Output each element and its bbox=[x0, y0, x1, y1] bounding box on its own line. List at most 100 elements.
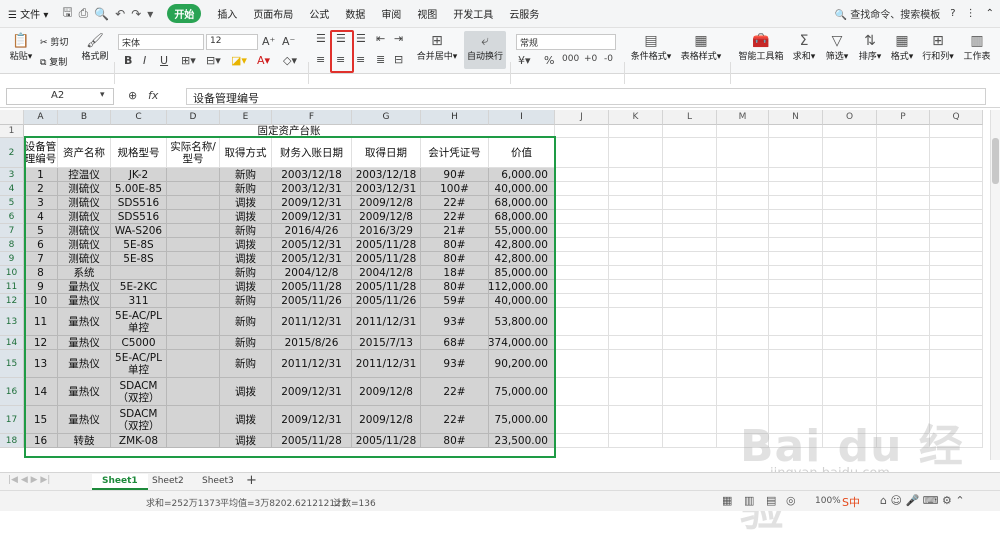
number-format-select[interactable]: 常规 bbox=[516, 34, 616, 50]
font-color-icon[interactable]: A▾ bbox=[257, 54, 270, 67]
column-header-N[interactable]: N bbox=[769, 110, 823, 125]
data-cell[interactable]: 量热仪 bbox=[58, 350, 111, 378]
tab-review[interactable]: 审阅 bbox=[381, 6, 401, 21]
tab-sheet2[interactable]: Sheet2 bbox=[142, 474, 194, 490]
column-header-J[interactable]: J bbox=[555, 110, 609, 125]
data-cell[interactable]: 16 bbox=[24, 434, 58, 448]
data-cell[interactable]: 调拨 bbox=[220, 378, 272, 406]
formula-input[interactable]: 设备管理编号 bbox=[186, 88, 986, 105]
data-cell[interactable]: 3 bbox=[24, 196, 58, 210]
data-cell[interactable]: 2016/4/26 bbox=[272, 224, 352, 238]
cell[interactable] bbox=[663, 168, 717, 182]
data-cell[interactable] bbox=[167, 168, 220, 182]
data-cell[interactable]: 2005/11/28 bbox=[352, 280, 421, 294]
cell[interactable] bbox=[717, 266, 769, 280]
row-header-7[interactable]: 7 bbox=[0, 224, 24, 238]
column-header-O[interactable]: O bbox=[823, 110, 877, 125]
cell[interactable] bbox=[555, 434, 609, 448]
column-header-D[interactable]: D bbox=[167, 110, 220, 125]
filter-button[interactable]: ▽ 筛选▾ bbox=[822, 33, 852, 62]
increase-font-icon[interactable]: A⁺ bbox=[262, 35, 275, 48]
data-cell[interactable]: 新购 bbox=[220, 266, 272, 280]
data-cell[interactable]: 2011/12/31 bbox=[272, 350, 352, 378]
cell[interactable] bbox=[609, 224, 663, 238]
row-header-14[interactable]: 14 bbox=[0, 336, 24, 350]
cell[interactable] bbox=[823, 224, 877, 238]
cell[interactable] bbox=[877, 138, 930, 168]
fx-icon[interactable]: fx bbox=[148, 89, 158, 102]
justify-icon[interactable]: ≣ bbox=[376, 53, 385, 66]
italic-icon[interactable]: I bbox=[143, 54, 146, 67]
data-cell[interactable]: 22# bbox=[421, 210, 489, 224]
data-cell[interactable]: 2015/8/26 bbox=[272, 336, 352, 350]
data-cell[interactable]: 测硫仪 bbox=[58, 196, 111, 210]
data-cell[interactable]: 调拨 bbox=[220, 280, 272, 294]
clear-icon[interactable]: ◇▾ bbox=[283, 54, 297, 67]
data-cell[interactable]: 53,800.00 bbox=[489, 308, 555, 336]
data-cell[interactable]: 7 bbox=[24, 252, 58, 266]
cell[interactable] bbox=[663, 125, 717, 138]
data-cell[interactable]: 42,800.00 bbox=[489, 238, 555, 252]
cell[interactable] bbox=[769, 266, 823, 280]
cut-button[interactable]: ✂ 剪切 bbox=[40, 35, 68, 48]
cell[interactable] bbox=[717, 182, 769, 196]
cell[interactable] bbox=[609, 350, 663, 378]
sum-button[interactable]: Σ 求和▾ bbox=[790, 33, 818, 62]
cell[interactable] bbox=[663, 308, 717, 336]
sort-button[interactable]: ⇅ 排序▾ bbox=[856, 33, 884, 62]
data-cell[interactable]: 新购 bbox=[220, 168, 272, 182]
column-header-A[interactable]: A bbox=[24, 110, 58, 125]
sheet-title-cell[interactable]: 固定资产台账 bbox=[24, 125, 555, 138]
cell[interactable] bbox=[823, 182, 877, 196]
cell[interactable] bbox=[609, 138, 663, 168]
cell[interactable] bbox=[823, 378, 877, 406]
data-cell[interactable]: 22# bbox=[421, 406, 489, 434]
data-cell[interactable]: 量热仪 bbox=[58, 406, 111, 434]
row-header-11[interactable]: 11 bbox=[0, 280, 24, 294]
select-all-corner[interactable] bbox=[0, 110, 24, 125]
cell[interactable] bbox=[717, 336, 769, 350]
cell[interactable] bbox=[717, 378, 769, 406]
data-cell[interactable] bbox=[111, 266, 167, 280]
data-cell[interactable]: 2009/12/31 bbox=[272, 406, 352, 434]
data-cell[interactable]: 调拨 bbox=[220, 252, 272, 266]
cell[interactable] bbox=[930, 294, 983, 308]
row-header-10[interactable]: 10 bbox=[0, 266, 24, 280]
row-header-1[interactable]: 1 bbox=[0, 125, 24, 138]
add-sheet-icon[interactable]: + bbox=[246, 473, 257, 488]
data-cell[interactable]: JK-2 bbox=[111, 168, 167, 182]
data-cell[interactable]: 6 bbox=[24, 238, 58, 252]
cell[interactable] bbox=[555, 308, 609, 336]
row-col-button[interactable]: ⊞ 行和列▾ bbox=[920, 33, 956, 62]
header-cell[interactable]: 会计凭证号 bbox=[421, 138, 489, 168]
data-cell[interactable] bbox=[167, 182, 220, 196]
data-cell[interactable]: 新购 bbox=[220, 182, 272, 196]
data-cell[interactable]: 2003/12/31 bbox=[272, 182, 352, 196]
vertical-scrollbar[interactable] bbox=[990, 110, 1000, 460]
data-cell[interactable]: 22# bbox=[421, 378, 489, 406]
column-header-F[interactable]: F bbox=[272, 110, 352, 125]
name-box-dropdown-icon[interactable]: ▾ bbox=[100, 90, 105, 100]
cell[interactable] bbox=[823, 336, 877, 350]
page-break-icon[interactable]: ▤ bbox=[766, 494, 776, 507]
cell[interactable] bbox=[930, 168, 983, 182]
data-cell[interactable]: 9 bbox=[24, 280, 58, 294]
cell[interactable] bbox=[769, 196, 823, 210]
data-cell[interactable] bbox=[167, 224, 220, 238]
data-cell[interactable]: 40,000.00 bbox=[489, 182, 555, 196]
cell[interactable] bbox=[877, 168, 930, 182]
data-cell[interactable]: 5E-2KC bbox=[111, 280, 167, 294]
data-cell[interactable]: 2005/11/26 bbox=[352, 294, 421, 308]
cell[interactable] bbox=[769, 336, 823, 350]
column-header-P[interactable]: P bbox=[877, 110, 930, 125]
row-header-5[interactable]: 5 bbox=[0, 196, 24, 210]
cell[interactable] bbox=[555, 168, 609, 182]
data-cell[interactable]: 调拨 bbox=[220, 196, 272, 210]
bold-icon[interactable]: B bbox=[124, 54, 132, 67]
cell[interactable] bbox=[877, 196, 930, 210]
cell[interactable] bbox=[877, 350, 930, 378]
row-header-2[interactable]: 2 bbox=[0, 138, 24, 168]
cell[interactable] bbox=[663, 350, 717, 378]
data-cell[interactable] bbox=[167, 238, 220, 252]
spreadsheet-grid[interactable]: A B C D E F G H I J K L M N O P Q 1 2 3 4 5 6 7 8 9 10 11 12 13 14 15 16… bbox=[0, 110, 990, 458]
